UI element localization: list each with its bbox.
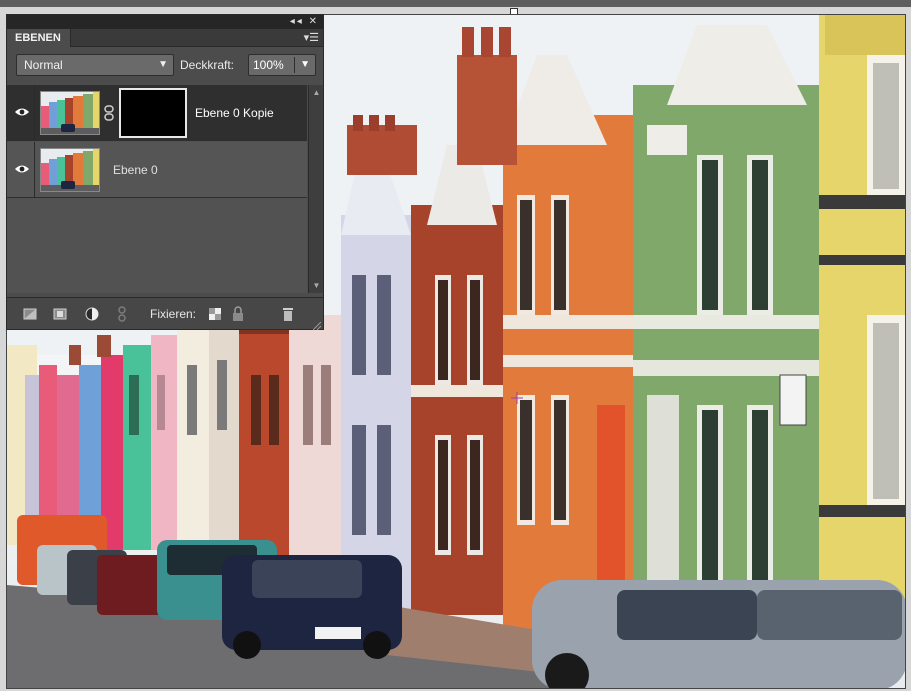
- lock-label: Fixieren:: [150, 307, 197, 321]
- opacity-label: Deckkraft:: [180, 58, 235, 72]
- eye-icon: [15, 165, 29, 173]
- visibility-toggle[interactable]: [9, 85, 35, 141]
- panel-titlebar: ◂◂ ✕: [7, 15, 323, 29]
- tab-layers[interactable]: EBENEN: [7, 29, 71, 47]
- layer-thumbnail[interactable]: [40, 91, 100, 135]
- panel-menu-icon[interactable]: ▾☰: [304, 31, 319, 45]
- workspace: ◂◂ ✕ EBENEN ▾☰ Normal ▼ Deckkraft: 100% …: [0, 0, 911, 691]
- chevron-down-icon: ▼: [158, 59, 168, 70]
- lock-transparency-icon[interactable]: [206, 305, 224, 323]
- visibility-toggle[interactable]: [9, 142, 35, 198]
- lock-all-icon[interactable]: [229, 305, 247, 323]
- document-top-bar: [0, 0, 911, 7]
- layer-thumbnail[interactable]: [40, 148, 100, 192]
- eye-icon: [15, 108, 29, 116]
- panel-tab-bar: EBENEN ▾☰: [7, 29, 323, 47]
- layer-name[interactable]: Ebene 0 Kopie: [195, 106, 274, 120]
- layers-panel: ◂◂ ✕ EBENEN ▾☰ Normal ▼ Deckkraft: 100% …: [6, 14, 324, 331]
- new-layer-icon[interactable]: [21, 305, 39, 323]
- trash-icon[interactable]: [279, 305, 297, 323]
- panel-footer: Fixieren:: [7, 297, 323, 331]
- close-icon[interactable]: ✕: [309, 15, 319, 29]
- resize-grip-icon[interactable]: [312, 319, 322, 331]
- opacity-field[interactable]: 100% ▼: [248, 54, 316, 76]
- scroll-down-icon[interactable]: ▼: [311, 280, 322, 291]
- layer-row-ebene-0-kopie[interactable]: Ebene 0 Kopie: [7, 85, 307, 141]
- adjustment-layer-icon[interactable]: [83, 305, 101, 323]
- scroll-up-icon[interactable]: ▲: [311, 87, 322, 98]
- layer-options: Normal ▼ Deckkraft: 100% ▼: [7, 47, 323, 79]
- chevron-down-icon[interactable]: ▼: [300, 55, 310, 75]
- layer-row-ebene-0[interactable]: Ebene 0: [7, 142, 307, 198]
- opacity-value: 100%: [253, 58, 284, 72]
- collapse-icon[interactable]: ◂◂: [290, 15, 304, 29]
- layer-mask-thumbnail[interactable]: [119, 88, 187, 138]
- blend-mode-value: Normal: [24, 58, 63, 72]
- layer-name[interactable]: Ebene 0: [113, 163, 158, 177]
- add-mask-icon[interactable]: [51, 305, 69, 323]
- link-layers-icon[interactable]: [113, 305, 131, 323]
- blend-mode-select[interactable]: Normal ▼: [16, 54, 174, 76]
- layer-list: Ebene 0 Kopie Ebene 0: [7, 85, 307, 293]
- mask-link-icon[interactable]: [103, 105, 115, 121]
- layer-list-scrollbar[interactable]: ▲ ▼: [308, 85, 323, 293]
